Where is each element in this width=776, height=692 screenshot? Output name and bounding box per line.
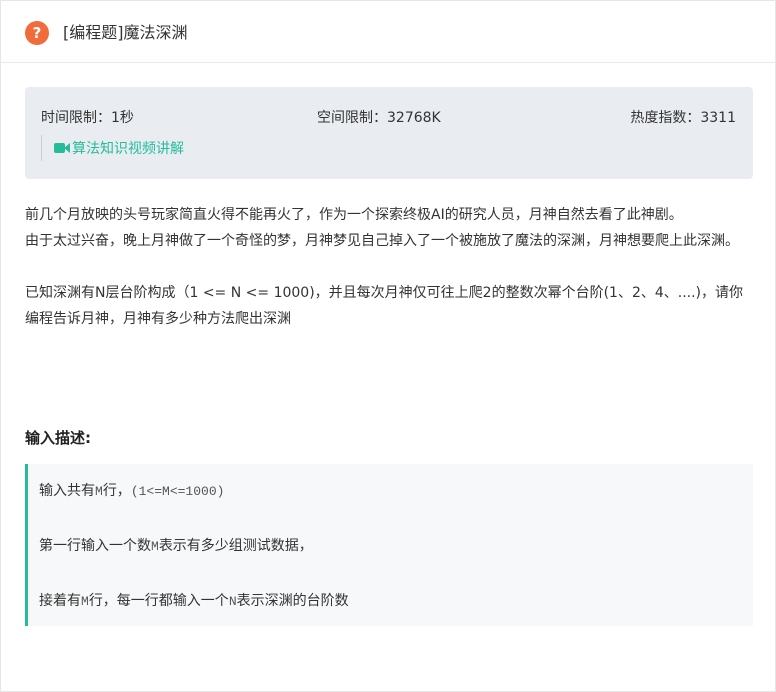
heat-index: 热度指数：3311 — [630, 110, 736, 126]
question-circle-icon: ? — [25, 21, 49, 45]
limits-box: 时间限制：1秒 空间限制：32768K 热度指数：3311 算法知识视频讲解 — [25, 87, 753, 179]
video-explanation-link[interactable]: 算法知识视频讲解 — [41, 135, 184, 161]
input-description-block: 输入共有M行，(1<=M<=1000) 第一行输入一个数M表示有多少组测试数据，… — [25, 464, 753, 626]
time-limit: 时间限制：1秒 — [41, 110, 134, 126]
input-description-heading: 输入描述: — [25, 429, 91, 447]
video-camera-icon — [54, 142, 71, 154]
problem-title: [编程题]魔法深渊 — [63, 23, 188, 42]
input-line-1: 输入共有M行，(1<=M<=1000) — [39, 483, 225, 499]
description-paragraph-1: 前几个月放映的头号玩家简直火得不能再火了，作为一个探索终极AI的研究人员，月神自… — [25, 207, 683, 223]
space-limit: 空间限制：32768K — [317, 110, 441, 126]
video-link-label: 算法知识视频讲解 — [72, 141, 184, 157]
problem-panel: ? [编程题]魔法深渊 时间限制：1秒 空间限制：32768K 热度指数：331… — [0, 0, 776, 692]
description-paragraph-3: 已知深渊有N层台阶构成（1 <= N <= 1000)，并且每次月神仅可往上爬2… — [25, 285, 744, 327]
problem-header: ? [编程题]魔法深渊 — [1, 1, 775, 63]
description-paragraph-2: 由于太过兴奋，晚上月神做了一个奇怪的梦，月神梦见自己掉入了一个被施放了魔法的深渊… — [25, 233, 739, 249]
input-line-3: 接着有M行，每一行都输入一个N表示深渊的台阶数 — [39, 593, 349, 609]
input-line-2: 第一行输入一个数M表示有多少组测试数据， — [39, 538, 313, 554]
problem-description: 前几个月放映的头号玩家简直火得不能再火了，作为一个探索终极AI的研究人员，月神自… — [25, 202, 755, 332]
